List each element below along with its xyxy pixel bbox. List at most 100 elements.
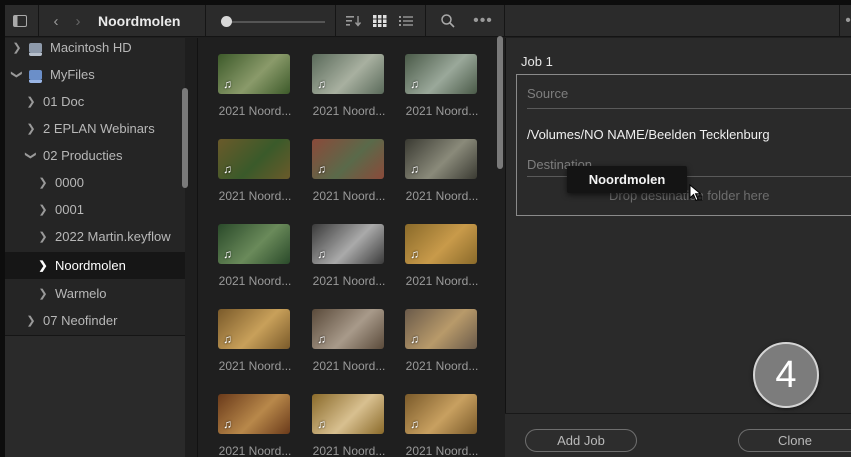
source-path[interactable]: /Volumes/NO NAME/Beelden Tecklenburg bbox=[527, 127, 770, 142]
video-thumbnail[interactable]: ♫ bbox=[218, 309, 290, 349]
sidebar-item-01-doc[interactable]: ❯ 01 Doc bbox=[5, 88, 185, 115]
thumbnail-caption: 2021 Noord... bbox=[405, 274, 479, 288]
chevron-right-icon[interactable]: ❯ bbox=[25, 314, 37, 327]
video-thumbnail[interactable]: ♫ bbox=[405, 54, 477, 94]
back-icon[interactable]: ‹ bbox=[49, 5, 63, 37]
chevron-down-icon[interactable]: ❯ bbox=[11, 69, 24, 81]
step-number-badge: 4 bbox=[753, 342, 819, 408]
audio-note-icon: ♫ bbox=[410, 77, 419, 91]
thumbnail-caption: 2021 Noord... bbox=[218, 444, 292, 457]
video-thumbnail-cell[interactable]: ♫ 2021 Noord... bbox=[304, 303, 390, 389]
sort-icon[interactable] bbox=[345, 5, 363, 37]
chevron-right-icon[interactable]: ❯ bbox=[11, 41, 23, 54]
audio-note-icon: ♫ bbox=[223, 77, 232, 91]
video-thumbnail[interactable]: ♫ bbox=[312, 224, 384, 264]
sidebar-item-label: 01 Doc bbox=[43, 94, 85, 109]
video-thumbnail-cell[interactable]: ♫ 2021 Noord... bbox=[397, 303, 483, 389]
video-thumbnail-cell[interactable]: ♫ 2021 Noord... bbox=[397, 48, 483, 134]
grid-view-icon[interactable] bbox=[371, 5, 389, 37]
video-thumbnail[interactable]: ♫ bbox=[312, 309, 384, 349]
video-thumbnail[interactable]: ♫ bbox=[405, 139, 477, 179]
list-view-icon[interactable] bbox=[397, 5, 415, 37]
sidebar-item-label: 2022 Martin.keyflow bbox=[55, 229, 171, 244]
chevron-right-icon[interactable]: ❯ bbox=[25, 95, 37, 108]
video-thumbnail[interactable]: ♫ bbox=[218, 54, 290, 94]
sidebar-item-noordmolen[interactable]: ❯ Noordmolen bbox=[5, 252, 185, 279]
video-thumbnail[interactable]: ♫ bbox=[405, 309, 477, 349]
video-thumbnail-cell[interactable]: ♫ 2021 Noord... bbox=[304, 388, 390, 457]
thumbnail-caption: 2021 Noord... bbox=[312, 274, 386, 288]
sidebar-item-martin-keyflow[interactable]: ❯ 2022 Martin.keyflow bbox=[5, 223, 185, 250]
video-thumbnail[interactable]: ♫ bbox=[218, 224, 290, 264]
sidebar-item-macintosh-hd[interactable]: ❯ Macintosh HD bbox=[5, 34, 185, 61]
sidebar-item-label: Warmelo bbox=[55, 286, 107, 301]
audio-note-icon: ♫ bbox=[410, 417, 419, 431]
video-thumbnail-cell[interactable]: ♫ 2021 Noord... bbox=[210, 218, 296, 304]
audio-note-icon: ♫ bbox=[317, 247, 326, 261]
sidebar-item-0001[interactable]: ❯ 0001 bbox=[5, 196, 185, 223]
chevron-right-icon[interactable]: ❯ bbox=[37, 230, 49, 243]
audio-note-icon: ♫ bbox=[317, 417, 326, 431]
source-label: Source bbox=[527, 86, 569, 101]
video-thumbnail-cell[interactable]: ♫ 2021 Noord... bbox=[397, 388, 483, 457]
sidebar-item-07-neofinder[interactable]: ❯ 07 Neofinder bbox=[5, 307, 185, 334]
chevron-right-icon[interactable]: ❯ bbox=[25, 122, 37, 135]
drag-tooltip: Noordmolen bbox=[567, 166, 687, 193]
thumbnail-caption: 2021 Noord... bbox=[405, 189, 479, 203]
video-thumbnail-cell[interactable]: ♫ 2021 Noord... bbox=[210, 133, 296, 219]
sidebar-item-eplan-webinars[interactable]: ❯ 2 EPLAN Webinars bbox=[5, 115, 185, 142]
drive-icon bbox=[29, 42, 42, 56]
thumbnail-caption: 2021 Noord... bbox=[405, 359, 479, 373]
sidebar-item-label: 2 EPLAN Webinars bbox=[43, 121, 155, 136]
panel-more-icon[interactable]: • bbox=[843, 5, 851, 37]
video-thumbnail-cell[interactable]: ♫ 2021 Noord... bbox=[397, 133, 483, 219]
video-thumbnail[interactable]: ♫ bbox=[218, 394, 290, 434]
video-thumbnail-cell[interactable]: ♫ 2021 Noord... bbox=[210, 48, 296, 134]
sidebar-item-label: Macintosh HD bbox=[50, 40, 132, 55]
audio-note-icon: ♫ bbox=[410, 332, 419, 346]
chevron-right-icon[interactable]: ❯ bbox=[37, 203, 49, 216]
chevron-right-icon[interactable]: ❯ bbox=[37, 176, 49, 189]
video-thumbnail[interactable]: ♫ bbox=[218, 139, 290, 179]
sidebar-item-02-producties[interactable]: ❯ 02 Producties bbox=[5, 142, 185, 169]
video-thumbnail-cell[interactable]: ♫ 2021 Noord... bbox=[397, 218, 483, 304]
folder-title: Noordmolen bbox=[98, 13, 181, 29]
sidebar-item-label: 07 Neofinder bbox=[43, 313, 118, 328]
add-job-button[interactable]: Add Job bbox=[525, 429, 637, 452]
sidebar-scrollbar[interactable] bbox=[182, 88, 188, 188]
video-thumbnail-cell[interactable]: ♫ 2021 Noord... bbox=[304, 218, 390, 304]
thumbnail-size-slider[interactable] bbox=[225, 21, 325, 23]
thumbnail-caption: 2021 Noord... bbox=[405, 104, 479, 118]
sidebar-item-label: MyFiles bbox=[50, 67, 95, 82]
video-thumbnail-cell[interactable]: ♫ 2021 Noord... bbox=[304, 48, 390, 134]
thumbnail-caption: 2021 Noord... bbox=[218, 274, 292, 288]
more-icon[interactable]: ••• bbox=[472, 5, 494, 37]
sidebar-item-0000[interactable]: ❯ 0000 bbox=[5, 169, 185, 196]
video-thumbnail-cell[interactable]: ♫ 2021 Noord... bbox=[210, 303, 296, 389]
search-icon[interactable] bbox=[439, 5, 457, 37]
sidebar-item-myfiles[interactable]: ❯ MyFiles bbox=[5, 61, 185, 88]
audio-note-icon: ♫ bbox=[223, 332, 232, 346]
video-thumbnail-cell[interactable]: ♫ 2021 Noord... bbox=[304, 133, 390, 219]
sidebar-item-label: Noordmolen bbox=[55, 258, 126, 273]
sidebar-item-label: 0000 bbox=[55, 175, 84, 190]
sidebar-item-warmelo[interactable]: ❯ Warmelo bbox=[5, 280, 185, 307]
chevron-right-icon[interactable]: ❯ bbox=[37, 287, 49, 300]
forward-icon[interactable]: › bbox=[71, 5, 85, 37]
thumbnail-size-slider-knob[interactable] bbox=[221, 16, 232, 27]
chevron-down-icon[interactable]: ❯ bbox=[25, 150, 38, 162]
sidebar-toggle-icon[interactable] bbox=[11, 5, 29, 37]
video-thumbnail[interactable]: ♫ bbox=[312, 54, 384, 94]
chevron-right-icon[interactable]: ❯ bbox=[37, 259, 49, 272]
video-thumbnail-cell[interactable]: ♫ 2021 Noord... bbox=[210, 388, 296, 457]
grid-scrollbar[interactable] bbox=[497, 36, 503, 169]
audio-note-icon: ♫ bbox=[410, 247, 419, 261]
thumbnail-caption: 2021 Noord... bbox=[218, 104, 292, 118]
video-thumbnail[interactable]: ♫ bbox=[405, 394, 477, 434]
clone-button[interactable]: Clone bbox=[738, 429, 851, 452]
video-thumbnail[interactable]: ♫ bbox=[405, 224, 477, 264]
video-thumbnail[interactable]: ♫ bbox=[312, 139, 384, 179]
thumbnail-caption: 2021 Noord... bbox=[218, 189, 292, 203]
audio-note-icon: ♫ bbox=[410, 162, 419, 176]
video-thumbnail[interactable]: ♫ bbox=[312, 394, 384, 434]
